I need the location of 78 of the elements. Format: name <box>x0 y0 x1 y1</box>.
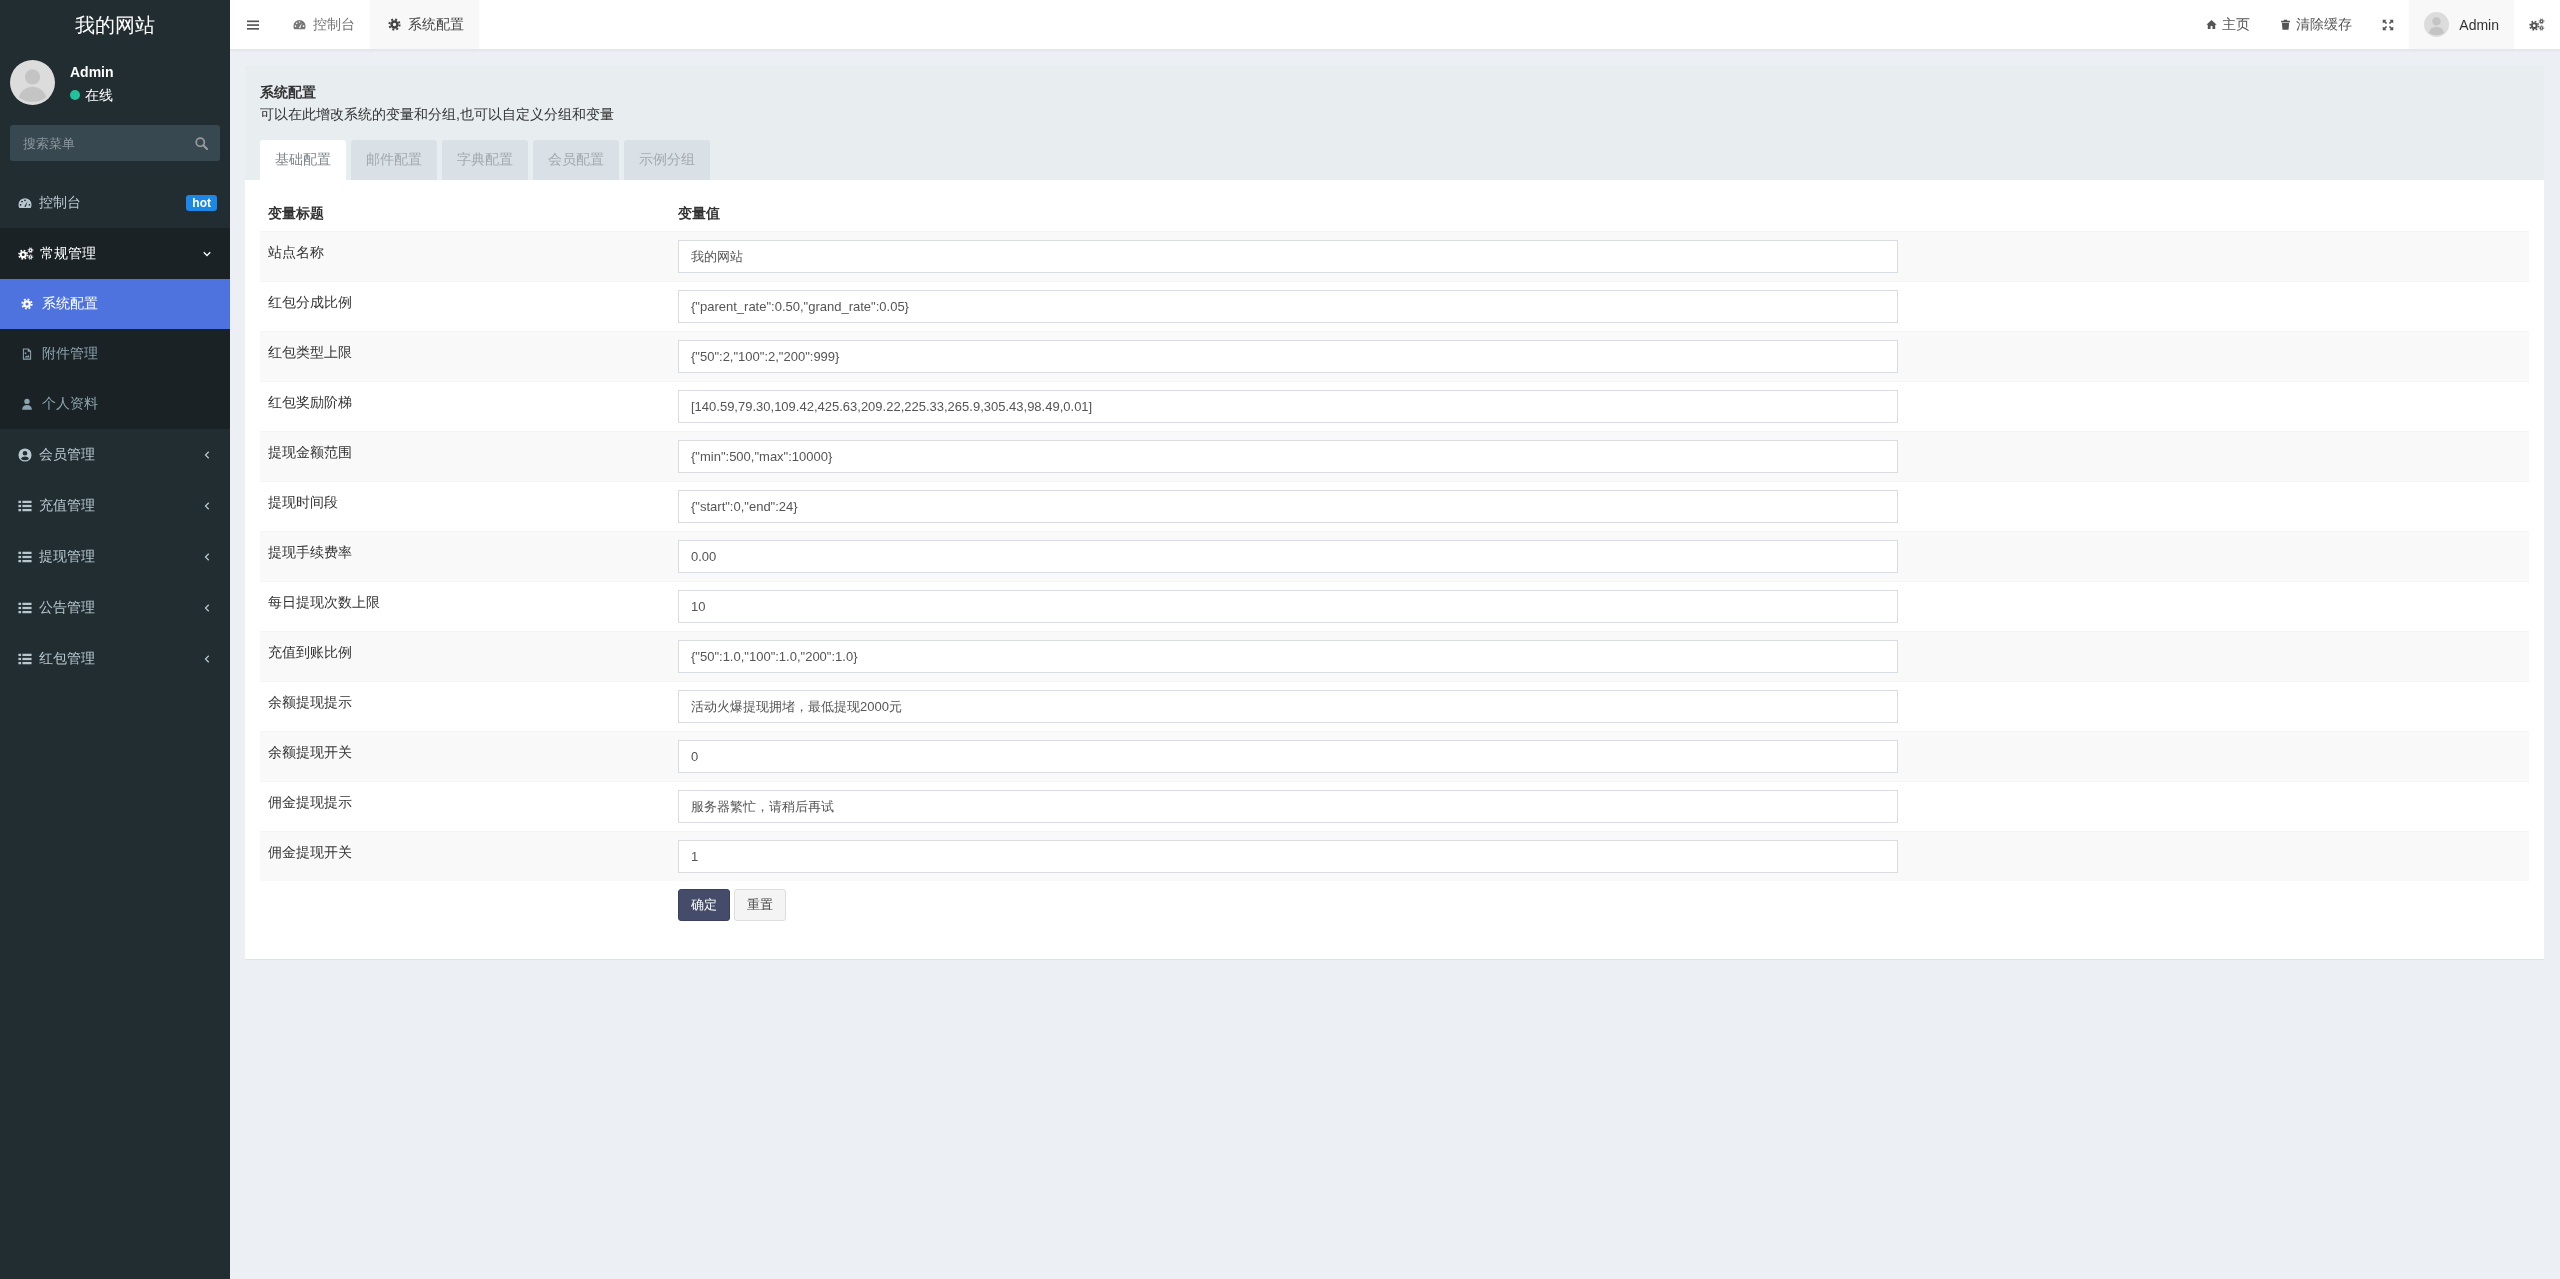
column-header: 变量标题 <box>268 205 324 221</box>
list-icon <box>18 600 32 615</box>
user-name: Admin <box>70 63 114 82</box>
input-field[interactable]: 活动火爆提现拥堵，最低提现2000元 <box>678 690 1899 723</box>
column-header: 变量值 <box>678 205 720 221</box>
sidebar-menu-item[interactable]: 常规管理 <box>0 228 230 279</box>
gauge-icon <box>18 195 32 210</box>
setting-label: 红包奖励阶梯 <box>268 393 352 412</box>
sidebar-menu-item[interactable]: 控制台 hot <box>0 177 230 228</box>
page-tab[interactable]: 控制台 <box>275 0 370 49</box>
chevron-left-icon <box>203 552 211 561</box>
sidebar-menu-item[interactable]: 提现管理 <box>0 531 230 582</box>
setting-label: 余额提现开关 <box>268 743 352 762</box>
config-tab[interactable]: 基础配置 <box>260 140 346 180</box>
setting-label: 佣金提现提示 <box>268 793 352 812</box>
chevron-left-icon <box>203 654 211 663</box>
home-icon <box>2206 19 2218 30</box>
avatar-icon <box>2424 12 2450 37</box>
user-status: 在线 <box>85 86 113 105</box>
input-field[interactable]: {"start":0,"end":24} <box>678 490 1899 523</box>
search-icon <box>195 136 208 150</box>
input-field[interactable]: 0.00 <box>678 540 1899 573</box>
trash-icon <box>2280 19 2292 30</box>
input-field[interactable]: 我的网站 <box>678 240 1899 273</box>
setting-label: 红包分成比例 <box>268 293 352 312</box>
user-menu[interactable]: Admin <box>2409 0 2514 49</box>
input-field[interactable]: 10 <box>678 590 1899 623</box>
panel-title: 系统配置 <box>260 83 317 102</box>
input-field[interactable]: {"parent_rate":0.50,"grand_rate":0.05} <box>678 290 1899 323</box>
sidebar-menu-item[interactable]: 充值管理 <box>0 480 230 531</box>
input-field[interactable]: 1 <box>678 840 1899 873</box>
sidebar-menu-item[interactable]: 会员管理 <box>0 429 230 480</box>
setting-label: 余额提现提示 <box>268 693 352 712</box>
setting-label: 佣金提现开关 <box>268 843 352 862</box>
input-field[interactable]: [140.59,79.30,109.42,425.63,209.22,225.33,265.9,305.43,98.49,0.01] <box>678 390 1899 423</box>
chevron-left-icon <box>203 603 211 612</box>
confirm-button[interactable]: 确定 <box>678 889 730 921</box>
setting-label: 提现手续费率 <box>268 543 352 562</box>
input-field[interactable]: {"50":2,"100":2,"200":999} <box>678 340 1899 373</box>
sidebar-submenu-item[interactable]: 个人资料 <box>0 379 230 429</box>
chevron-left-icon <box>203 450 211 459</box>
setting-label: 提现金额范围 <box>268 443 352 462</box>
sidebar-menu-item[interactable]: 公告管理 <box>0 582 230 633</box>
setting-label: 每日提现次数上限 <box>268 593 380 612</box>
chevron-left-icon <box>203 501 211 510</box>
avatar-icon <box>10 60 55 105</box>
list-icon <box>18 651 32 666</box>
gear-icon <box>21 298 33 310</box>
setting-label: 红包类型上限 <box>268 343 352 362</box>
expand-arrows-icon <box>2382 18 2395 31</box>
menu-badge: hot <box>186 194 217 211</box>
image-file-icon <box>21 348 33 360</box>
menu-icon <box>247 18 259 31</box>
sidebar-submenu-item[interactable]: 系统配置 <box>0 279 230 329</box>
setting-label: 站点名称 <box>268 243 324 262</box>
gears-icon <box>18 247 34 260</box>
gears-icon <box>2529 18 2545 31</box>
input-field[interactable]: {"50":1.0,"100":1.0,"200":1.0} <box>678 640 1899 673</box>
nav-link[interactable]: 主页 <box>2191 0 2266 49</box>
chevron-down-icon <box>203 249 211 258</box>
panel-description: 可以在此增改系统的变量和分组,也可以自定义分组和变量 <box>260 105 615 124</box>
site-title: 我的网站 <box>75 13 155 37</box>
setting-label: 提现时间段 <box>268 493 338 512</box>
sidebar-menu-item[interactable]: 红包管理 <box>0 633 230 684</box>
input-field[interactable]: 0 <box>678 740 1899 773</box>
user-icon <box>21 398 33 410</box>
sidebar-submenu-item[interactable]: 附件管理 <box>0 329 230 379</box>
page-tab[interactable]: 系统配置 <box>370 0 479 49</box>
input-field[interactable]: 服务器繁忙，请稍后再试 <box>678 790 1899 823</box>
list-icon <box>18 549 32 564</box>
reset-button[interactable]: 重置 <box>734 889 786 921</box>
input-field[interactable]: {"min":500,"max":10000} <box>678 440 1899 473</box>
nav-link[interactable]: 清除缓存 <box>2265 0 2368 49</box>
list-icon <box>18 498 32 513</box>
setting-label: 充值到账比例 <box>268 643 352 662</box>
gear-icon <box>388 18 401 31</box>
gauge-icon <box>293 18 306 31</box>
search-field[interactable]: 搜索菜单 <box>10 125 220 161</box>
